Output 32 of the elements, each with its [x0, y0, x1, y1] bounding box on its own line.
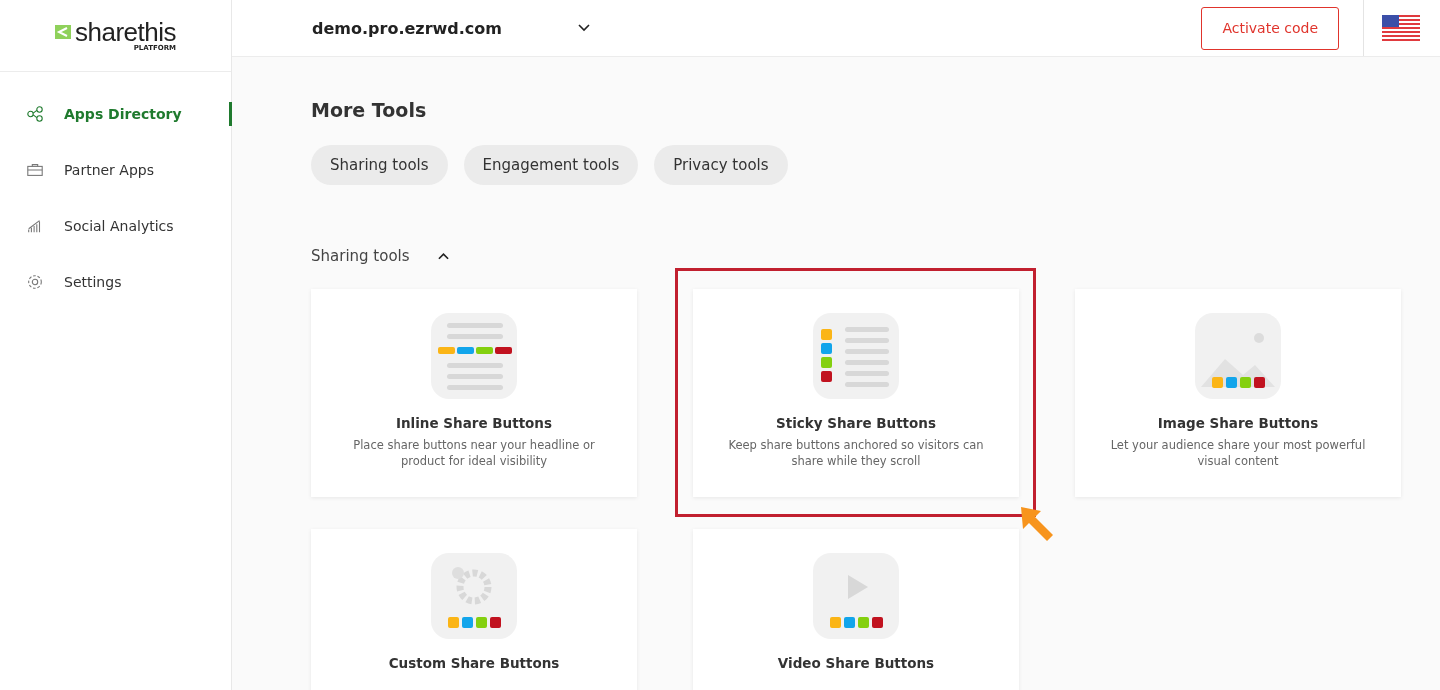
activate-code-button[interactable]: Activate code: [1201, 6, 1339, 50]
app-card[interactable]: Sticky Share Buttons Keep share buttons anchored so visitors can share while they scroll: [693, 289, 1019, 497]
site-selector[interactable]: demo.pro.ezrwd.com: [312, 18, 590, 38]
section-heading: More Tools: [311, 99, 428, 121]
card-title: Inline Share Buttons: [395, 415, 552, 431]
card-title: Sticky Share Buttons: [776, 415, 936, 431]
chevron-down-icon: [578, 24, 590, 32]
sidebar-item[interactable]: Settings: [0, 254, 231, 310]
briefcase-icon: [26, 161, 44, 179]
card-description: Keep share buttons anchored so visitors can share while they scroll: [727, 437, 985, 469]
card-title: Image Share Buttons: [1157, 415, 1319, 431]
app-card[interactable]: Inline Share Buttons Place share buttons near your headline or product for ideal visibility: [311, 289, 637, 497]
share-icon: [26, 105, 44, 123]
app-card[interactable]: Custom Share Buttons: [311, 529, 637, 690]
card-description: Let your audience share your most powerful visual content: [1109, 437, 1367, 469]
app-card[interactable]: Image Share Buttons Let your audience share your most powerful visual content: [1075, 289, 1401, 497]
section-title: Sharing tools: [311, 247, 410, 265]
sidebar-item[interactable]: Apps Directory: [0, 86, 231, 142]
card-description: Place share buttons near your headline or product for ideal visibility: [352, 437, 596, 469]
filter-chip[interactable]: Engagement tools: [463, 145, 639, 185]
share-logo-icon: [55, 24, 71, 39]
sidebar-item[interactable]: Partner Apps: [0, 142, 231, 198]
settings-icon: [26, 273, 44, 291]
chevron-up-icon[interactable]: [437, 252, 449, 260]
card-title: Video Share Buttons: [777, 655, 935, 671]
us-flag-icon[interactable]: [1382, 15, 1420, 41]
filter-chip[interactable]: Sharing tools: [311, 145, 448, 185]
logo-wordmark: sharethis: [75, 19, 176, 44]
app-card[interactable]: Video Share Buttons: [693, 529, 1019, 690]
sidebar-item[interactable]: Social Analytics: [0, 198, 231, 254]
filter-chip[interactable]: Privacy tools: [654, 145, 788, 185]
card-title: Custom Share Buttons: [388, 655, 560, 671]
